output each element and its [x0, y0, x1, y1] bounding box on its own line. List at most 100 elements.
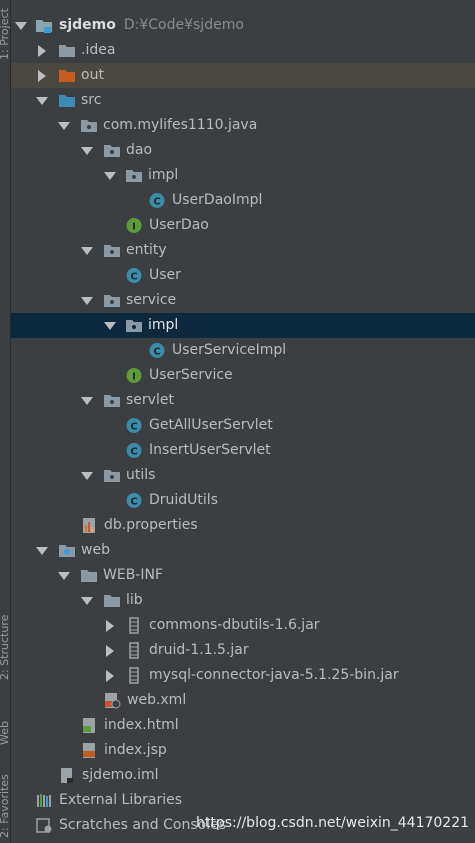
expand-arrow-icon[interactable]: [80, 138, 94, 163]
tree-node-label: com.mylifes1110.java: [103, 117, 258, 133]
html-file-icon: [83, 718, 95, 733]
side-tool-strip: 1: Project 2: Structure Web 2: Favorites: [0, 0, 11, 843]
tree-node-service[interactable]: service: [11, 288, 475, 313]
package-icon: [81, 120, 97, 132]
excluded-folder-icon: [59, 70, 75, 82]
side-tab-structure[interactable]: 2: Structure: [0, 615, 11, 680]
class-icon: C: [126, 443, 142, 458]
expand-arrow-icon[interactable]: [80, 588, 94, 613]
tree-node-userservice[interactable]: I UserService: [11, 363, 475, 388]
tree-node-label: dao: [126, 142, 153, 158]
tree-node-lib[interactable]: lib: [11, 588, 475, 613]
jsp-file-icon: [83, 743, 95, 758]
tree-node-web[interactable]: web: [11, 538, 475, 563]
folder-icon: [81, 570, 97, 582]
tree-node-userserviceimpl[interactable]: C UserServiceImpl: [11, 338, 475, 363]
tree-node-entity[interactable]: entity: [11, 238, 475, 263]
tree-node-dao[interactable]: dao: [11, 138, 475, 163]
tree-node-label: User: [149, 267, 181, 283]
tree-node-label: utils: [126, 467, 156, 483]
tree-node-label: GetAllUserServlet: [149, 417, 273, 433]
expand-arrow-icon[interactable]: [80, 288, 94, 313]
tree-node-label: out: [81, 67, 104, 83]
expand-arrow-icon[interactable]: [14, 13, 28, 38]
package-icon: [104, 470, 120, 482]
tree-node-servlet[interactable]: servlet: [11, 388, 475, 413]
expand-arrow-icon[interactable]: [80, 388, 94, 413]
collapse-arrow-icon[interactable]: [103, 613, 117, 638]
tree-node-label: InsertUserServlet: [149, 442, 271, 458]
tree-node-mysql-jar[interactable]: mysql-connector-java-5.1.25-bin.jar: [11, 663, 475, 688]
tree-node-getalluserservlet[interactable]: C GetAllUserServlet: [11, 413, 475, 438]
collapse-arrow-icon[interactable]: [103, 663, 117, 688]
jar-icon: [129, 667, 139, 684]
tree-node-index-html[interactable]: index.html: [11, 713, 475, 738]
class-icon: C: [126, 493, 142, 508]
tree-node-label: sjdemo.iml: [82, 767, 159, 783]
toolbar-strip: [11, 0, 475, 6]
class-icon: C: [149, 193, 165, 208]
svg-text:I: I: [132, 372, 136, 383]
tree-node-web-inf[interactable]: WEB-INF: [11, 563, 475, 588]
tree-node-utils[interactable]: utils: [11, 463, 475, 488]
expand-arrow-icon[interactable]: [80, 238, 94, 263]
tree-node-index-jsp[interactable]: index.jsp: [11, 738, 475, 763]
tree-node-label: WEB-INF: [103, 567, 163, 583]
tree-node-external-libraries[interactable]: External Libraries: [11, 788, 475, 813]
tree-node-out[interactable]: out: [11, 63, 475, 88]
expand-arrow-icon[interactable]: [103, 163, 117, 188]
svg-text:C: C: [153, 197, 160, 208]
expand-arrow-icon[interactable]: [35, 538, 49, 563]
tree-node-druid-jar[interactable]: druid-1.1.5.jar: [11, 638, 475, 663]
iml-file-icon: [61, 768, 73, 783]
tree-node-sjdemo-iml[interactable]: sjdemo.iml: [11, 763, 475, 788]
package-icon: [104, 295, 120, 307]
tree-node-label: servlet: [126, 392, 174, 408]
tree-node-idea[interactable]: .idea: [11, 38, 475, 63]
interface-icon: I: [126, 368, 142, 383]
tree-node-label: web.xml: [127, 692, 187, 708]
svg-text:C: C: [130, 447, 137, 458]
expand-arrow-icon[interactable]: [103, 313, 117, 338]
tree-node-label: impl: [148, 317, 179, 333]
package-icon: [126, 170, 142, 182]
expand-arrow-icon[interactable]: [57, 563, 71, 588]
expand-arrow-icon[interactable]: [57, 113, 71, 138]
package-icon: [126, 320, 142, 332]
tree-node-label: UserDaoImpl: [172, 192, 263, 208]
collapse-arrow-icon[interactable]: [35, 38, 49, 63]
tree-node-service-impl[interactable]: impl: [11, 313, 475, 338]
module-folder-icon: [36, 20, 52, 33]
tree-node-label: DruidUtils: [149, 492, 218, 508]
tree-node-src[interactable]: src: [11, 88, 475, 113]
tree-node-userdaoimpl[interactable]: C UserDaoImpl: [11, 188, 475, 213]
tree-node-dao-impl[interactable]: impl: [11, 163, 475, 188]
package-icon: [104, 395, 120, 407]
jar-icon: [129, 617, 139, 634]
side-tab-favorites[interactable]: 2: Favorites: [0, 774, 11, 838]
watermark-text: https://blog.csdn.net/weixin_44170221: [196, 815, 470, 831]
source-folder-icon: [59, 95, 75, 107]
class-icon: C: [126, 418, 142, 433]
tree-node-druidutils[interactable]: C DruidUtils: [11, 488, 475, 513]
collapse-arrow-icon[interactable]: [35, 63, 49, 88]
side-tab-web[interactable]: Web: [0, 721, 11, 745]
collapse-arrow-icon[interactable]: [103, 638, 117, 663]
package-icon: [104, 145, 120, 157]
tree-node-db-properties[interactable]: db.properties: [11, 513, 475, 538]
tree-node-user[interactable]: C User: [11, 263, 475, 288]
tree-node-userdao[interactable]: I UserDao: [11, 213, 475, 238]
expand-arrow-icon[interactable]: [80, 463, 94, 488]
web-folder-icon: [59, 545, 75, 557]
tree-node-sjdemo[interactable]: sjdemo D:¥Code¥sjdemo: [11, 13, 475, 38]
tree-node-dbutils-jar[interactable]: commons-dbutils-1.6.jar: [11, 613, 475, 638]
tree-node-insertuserservlet[interactable]: C InsertUserServlet: [11, 438, 475, 463]
xml-file-icon: [105, 693, 121, 709]
expand-arrow-icon[interactable]: [35, 88, 49, 113]
tree-node-label: sjdemo: [59, 17, 116, 33]
tree-node-label: db.properties: [104, 517, 198, 533]
tree-node-web-xml[interactable]: web.xml: [11, 688, 475, 713]
side-tab-project[interactable]: 1: Project: [0, 8, 11, 60]
project-tree[interactable]: sjdemo D:¥Code¥sjdemo .idea out src com.m…: [11, 13, 475, 838]
tree-node-package-root[interactable]: com.mylifes1110.java: [11, 113, 475, 138]
